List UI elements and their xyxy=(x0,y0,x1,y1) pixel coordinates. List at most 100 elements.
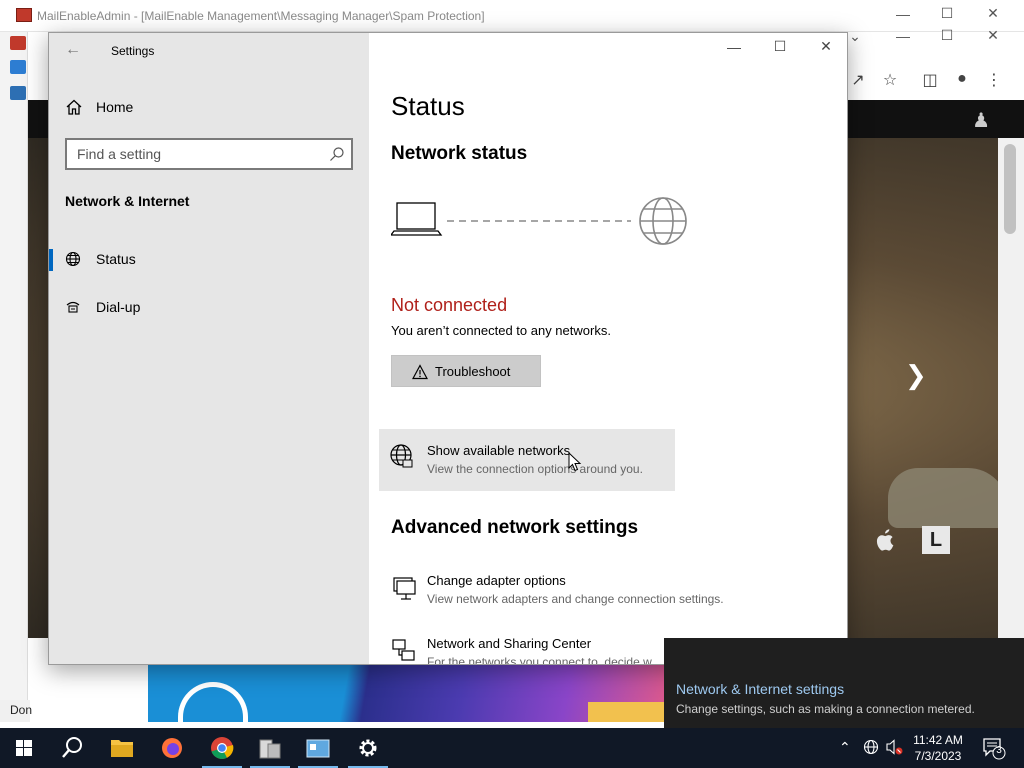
not-connected-description: You aren’t connected to any networks. xyxy=(391,323,611,338)
selected-indicator xyxy=(49,249,53,271)
mmc-minimize-button[interactable]: — xyxy=(893,6,913,22)
scrollbar-thumb[interactable] xyxy=(1004,144,1016,234)
taskbar: ⌃ 11:42 AM 7/3/2023 3 xyxy=(0,728,1024,768)
search-icon[interactable] xyxy=(329,146,345,162)
user-lock-icon[interactable]: ♟ xyxy=(972,108,990,133)
share-icon[interactable]: ↗ xyxy=(848,70,868,90)
globe-icon xyxy=(65,251,81,267)
network-globe-tray-icon[interactable] xyxy=(863,739,879,755)
taskbar-mmc[interactable] xyxy=(294,728,342,768)
network-settings-toast[interactable]: Network & Internet settings Change setti… xyxy=(664,638,1024,728)
firefox-icon xyxy=(162,738,182,758)
link-title: Change adapter options xyxy=(427,573,566,588)
settings-maximize-button[interactable]: ☐ xyxy=(765,38,795,55)
l-logo-icon[interactable]: L xyxy=(922,526,950,554)
toast-title[interactable]: Network & Internet settings xyxy=(676,681,844,697)
sidebar-item-label: Dial-up xyxy=(96,299,141,315)
chrome-close-button[interactable]: ✕ xyxy=(983,27,1003,44)
mmc-back-icon[interactable] xyxy=(10,60,26,74)
mmc-toolbar-strip xyxy=(0,32,28,722)
start-button[interactable] xyxy=(0,728,48,768)
taskbar-settings[interactable] xyxy=(344,728,392,768)
settings-window-title: Settings xyxy=(111,44,155,58)
action-center-button[interactable]: 3 xyxy=(982,736,1006,760)
mouse-cursor-icon xyxy=(568,452,582,472)
mmc-window-title: MailEnableAdmin - [MailEnable Management… xyxy=(37,9,485,23)
taskbar-file-explorer[interactable] xyxy=(98,728,146,768)
browser-toolbar: ↗ ☆ ◫ ● ⋮ xyxy=(848,60,1024,100)
mmc-console-icon[interactable] xyxy=(10,86,26,100)
hero-decoration xyxy=(888,468,1008,528)
show-hidden-icons-chevron-icon[interactable]: ⌃ xyxy=(839,739,851,756)
notification-count: 3 xyxy=(996,745,1002,756)
mmc-tool-icon[interactable] xyxy=(10,36,26,50)
sidebar-item-dialup[interactable]: Dial-up xyxy=(49,289,369,325)
chrome-chevron-down-icon[interactable]: ⌄ xyxy=(845,28,865,45)
globe-network-icon xyxy=(390,444,413,468)
sidebar-item-status[interactable]: Status xyxy=(49,241,369,277)
side-panel-icon[interactable]: ◫ xyxy=(920,70,940,90)
network-diagram xyxy=(391,197,687,245)
settings-gear-icon xyxy=(359,739,377,757)
link-description: View network adapters and change connect… xyxy=(427,592,724,606)
settings-close-button[interactable]: ✕ xyxy=(811,38,841,55)
show-networks-description: View the connection options around you. xyxy=(427,462,643,476)
settings-minimize-button[interactable]: — xyxy=(719,39,749,55)
find-setting-search[interactable] xyxy=(65,138,353,170)
mmc-maximize-button[interactable]: ☐ xyxy=(937,5,957,22)
settings-content-pane: — ☐ ✕ Status Network status Not connecte… xyxy=(369,33,847,665)
carousel-next-icon[interactable]: ❯ xyxy=(905,360,927,391)
back-arrow-icon[interactable]: ← xyxy=(65,41,81,59)
taskbar-clock[interactable]: 11:42 AM 7/3/2023 xyxy=(906,732,970,764)
network-adapter-icon xyxy=(393,577,416,600)
taskbar-firefox[interactable] xyxy=(148,728,196,768)
taskbar-server-manager[interactable] xyxy=(246,728,294,768)
taskbar-search-button[interactable] xyxy=(48,728,96,768)
find-setting-input[interactable] xyxy=(67,140,319,168)
gauge-logo-icon xyxy=(178,682,248,722)
advanced-network-heading: Advanced network settings xyxy=(391,517,639,538)
volume-muted-icon[interactable] xyxy=(885,739,903,755)
link-title: Network and Sharing Center xyxy=(427,636,592,651)
server-manager-icon xyxy=(259,739,281,759)
nav-home[interactable]: Home xyxy=(49,91,369,123)
chrome-maximize-button[interactable]: ☐ xyxy=(937,27,957,44)
mmc-window-titlebar: MailEnableAdmin - [MailEnable Management… xyxy=(0,0,1024,32)
mmc-console-icon xyxy=(306,739,330,758)
windows-logo-icon xyxy=(16,740,32,756)
bookmark-star-icon[interactable]: ☆ xyxy=(880,70,900,90)
settings-window: ← Settings Home Network & Internet xyxy=(48,32,848,665)
mmc-close-button[interactable]: ✕ xyxy=(983,5,1003,22)
troubleshoot-label: Troubleshoot xyxy=(435,364,511,379)
chrome-minimize-button[interactable]: — xyxy=(893,28,913,44)
dialup-icon xyxy=(66,301,80,313)
browser-scrollbar[interactable] xyxy=(998,138,1024,638)
toast-description: Change settings, such as making a connec… xyxy=(676,702,975,716)
taskbar-chrome[interactable] xyxy=(198,728,246,768)
search-icon xyxy=(62,737,82,758)
chrome-icon xyxy=(211,737,234,759)
warning-icon xyxy=(412,364,428,380)
folder-icon xyxy=(111,740,133,757)
page-title: Status xyxy=(391,91,465,121)
show-available-networks-button[interactable]: Show available networks View the connect… xyxy=(379,429,675,491)
sharing-center-icon xyxy=(392,639,415,661)
mailenable-app-icon xyxy=(16,8,32,22)
nav-home-label: Home xyxy=(96,99,134,115)
apple-icon[interactable] xyxy=(874,528,894,552)
profile-icon[interactable]: ● xyxy=(952,70,972,88)
network-status-heading: Network status xyxy=(391,143,528,164)
banner-decoration xyxy=(588,702,668,722)
change-adapter-options-link[interactable]: Change adapter options View network adap… xyxy=(391,571,831,617)
menu-dots-icon[interactable]: ⋮ xyxy=(984,70,1004,90)
settings-nav-pane: ← Settings Home Network & Internet xyxy=(49,33,369,664)
not-connected-status: Not connected xyxy=(391,295,508,315)
laptop-icon xyxy=(391,202,443,236)
nav-section-title: Network & Internet xyxy=(65,193,190,209)
clock-time: 11:42 AM xyxy=(913,733,963,747)
internet-globe-icon xyxy=(639,197,687,245)
sidebar-item-label: Status xyxy=(96,251,136,267)
troubleshoot-button[interactable]: Troubleshoot xyxy=(391,355,541,387)
clock-date: 7/3/2023 xyxy=(914,749,962,763)
link-description: For the networks you connect to, decide … xyxy=(427,655,652,665)
